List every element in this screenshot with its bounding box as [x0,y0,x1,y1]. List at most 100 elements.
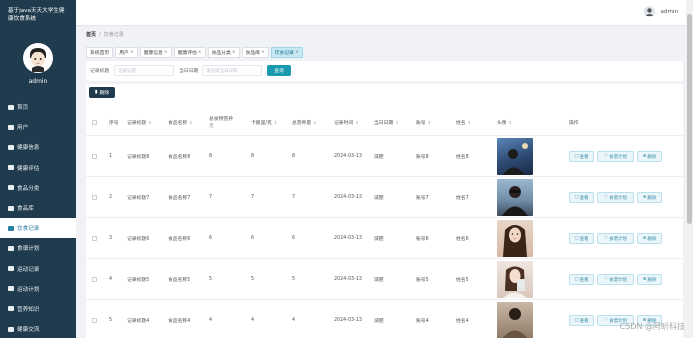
user-photo[interactable] [497,261,533,298]
col-name[interactable]: 姓名 ⇕ [456,108,471,136]
sort-icon[interactable]: ⇕ [189,120,192,125]
sort-icon[interactable]: ⇕ [428,120,431,125]
table-row[interactable]: 5 记录标题4 食品名称4 4 4 4 2024-03-13 减肥 账号4 姓名… [86,300,683,338]
tag-food-library[interactable]: 食品库 × [241,47,269,58]
row-checkbox[interactable] [92,154,97,159]
view-button[interactable]: ▢ 查看 [569,233,594,244]
tag-user[interactable]: 用户 × [115,47,138,58]
delete-button[interactable]: ⊗ 删除 [637,151,662,162]
col-time[interactable]: 记录时间 ⇕ [334,108,359,136]
table-row[interactable]: 3 记录标题6 食品名称6 6 6 6 2024-03-13 减肥 账号6 姓名… [86,218,683,259]
row-checkbox[interactable] [92,318,97,323]
row-checkbox-cell[interactable] [92,218,97,259]
tag-health-assessment[interactable]: 健康评估 × [173,47,206,58]
close-icon[interactable]: × [164,50,168,55]
sidebar-item-health-info[interactable]: 健康信息 [0,137,76,157]
delete-label: 删除 [647,277,657,283]
scrollbar-thumb[interactable] [687,14,692,224]
heart-icon [7,144,14,151]
tag-food-category[interactable]: 食品分类 × [207,47,240,58]
header-username[interactable]: admin [660,9,678,15]
sidebar-item-sport-plan[interactable]: 运动计划 [0,279,76,299]
cell-cal: 6 [251,236,255,241]
close-icon[interactable]: × [130,50,134,55]
cell-cal: 8 [251,154,255,159]
sidebar-item-food-category[interactable]: 食品分类 [0,178,76,198]
table-row[interactable]: 2 记录标题7 食品名称7 7 7 7 2024-03-13 减肥 账号7 姓名… [86,177,683,218]
tag-diet-record[interactable]: 饮食记录 × [270,47,303,58]
sidebar-item-health-chat[interactable]: 健康交流 [0,319,76,338]
diet-plan-button[interactable]: ♡ 食谱计划 [597,274,634,285]
view-button[interactable]: ▢ 查看 [569,151,594,162]
view-button[interactable]: ▢ 查看 [569,274,594,285]
row-checkbox-cell[interactable] [92,177,97,218]
user-photo[interactable] [497,179,533,216]
tag-home[interactable]: 系统首页 [86,47,114,58]
breadcrumb-home[interactable]: 首页 [86,31,96,38]
avatar[interactable] [23,43,53,73]
col-total[interactable]: 总食物营养克 [209,108,233,136]
row-checkbox-cell[interactable] [92,300,97,338]
col-avatar[interactable]: 头像 ⇕ [497,108,512,136]
sidebar-item-user[interactable]: 用户 [0,117,76,137]
table-row[interactable]: 4 记录标题5 食品名称5 5 5 5 2024-03-13 减肥 账号5 姓名… [86,259,683,300]
sort-icon[interactable]: ⇕ [274,120,277,125]
delete-button[interactable]: ⊗ 删除 [637,274,662,285]
person-photo-icon [503,225,527,257]
user-photo[interactable] [497,220,533,257]
tag-label: 饮食记录 [274,51,294,56]
cell-amount: 4 [292,318,296,323]
row-checkbox[interactable] [92,195,97,200]
sidebar-item-diet-plan[interactable]: 食谱计划 [0,238,76,258]
col-account[interactable]: 账号 ⇕ [416,108,431,136]
close-icon[interactable]: × [198,50,202,55]
title-search-input[interactable]: 记录标题 [114,65,174,76]
search-button[interactable]: 查询 [267,65,291,76]
select-all-checkbox[interactable] [92,119,97,125]
view-button[interactable]: ▢ 查看 [569,315,594,326]
col-cal[interactable]: 卡路里/克 ⇕ [251,108,277,136]
tag-health-info[interactable]: 健康信息 × [139,47,172,58]
sort-icon[interactable]: ⇕ [355,120,358,125]
row-checkbox-cell[interactable] [92,136,97,177]
user-photo[interactable] [497,138,533,175]
header-avatar[interactable] [644,6,655,17]
sidebar-item-food-library[interactable]: 食品库 [0,198,76,218]
batch-delete-button[interactable]: ▮ 删除 [89,87,115,98]
sort-icon[interactable]: ⇕ [509,120,512,125]
sidebar-item-home[interactable]: 首页 [0,97,76,117]
sort-icon[interactable]: ⇕ [395,120,398,125]
header-label: 账号 [416,120,426,126]
diet-plan-button[interactable]: ♡ 食谱计划 [597,192,634,203]
col-date[interactable]: 当日日期 ⇕ [374,108,399,136]
view-button[interactable]: ▢ 查看 [569,192,594,203]
close-icon[interactable]: × [261,50,265,55]
diet-plan-button[interactable]: ♡ 食谱计划 [597,151,634,162]
sidebar-item-nutrition[interactable]: 营养知识 [0,299,76,319]
delete-button[interactable]: ⊗ 删除 [637,192,662,203]
diet-plan-button[interactable]: ♡ 食谱计划 [597,233,634,244]
view-icon: ▢ [574,277,579,282]
row-checkbox[interactable] [92,277,97,282]
sidebar-item-health-assessment[interactable]: 健康评估 [0,158,76,178]
close-icon[interactable]: × [232,50,236,55]
select-all-checkbox-cell[interactable] [92,108,97,136]
sort-icon[interactable]: ⇕ [468,120,471,125]
table-row[interactable]: 1 记录标题8 食品名称8 8 8 8 2024-03-13 减肥 账号8 姓名… [86,136,683,177]
row-checkbox[interactable] [92,236,97,241]
sidebar-item-diet-record[interactable]: 饮食记录 [0,218,76,239]
sidebar-item-sport-record[interactable]: 运动记录 [0,259,76,279]
close-icon[interactable]: × [295,50,299,55]
col-food[interactable]: 食品名称 ⇕ [168,108,193,136]
date-picker-input[interactable]: 请选择当日日期 [202,65,262,76]
sort-icon[interactable]: ⇕ [313,120,316,125]
row-checkbox-cell[interactable] [92,259,97,300]
user-icon [7,124,14,131]
col-amount[interactable]: 总营养量 ⇕ [292,108,317,136]
food-icon [7,205,14,212]
page-scrollbar[interactable] [686,0,693,338]
sort-icon[interactable]: ⇕ [148,120,151,125]
delete-button[interactable]: ⊗ 删除 [637,233,662,244]
user-photo[interactable] [497,302,533,338]
col-title[interactable]: 记录标题 ⇕ [127,108,152,136]
